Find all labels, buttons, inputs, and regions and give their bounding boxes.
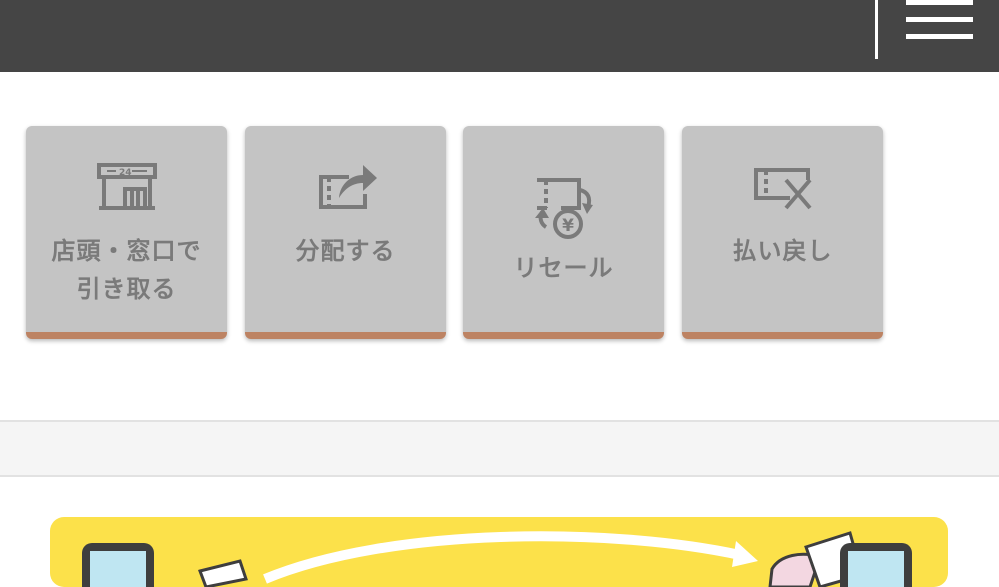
menu-bar-middle — [906, 17, 973, 22]
section-separator — [0, 420, 999, 477]
ticket-yen-exchange-icon: ¥ — [463, 176, 664, 242]
store-pickup-button[interactable]: 24 店頭・窓口で 引き取る — [26, 126, 227, 339]
ticket-share-icon — [245, 162, 446, 212]
menu-bar-bottom — [906, 34, 973, 39]
store-24h-icon: 24 — [26, 162, 227, 212]
svg-text:¥: ¥ — [562, 216, 574, 236]
store-pickup-label-2: 引き取る — [76, 275, 177, 303]
banner-illustration — [82, 531, 912, 587]
refund-label: 払い戻し — [732, 237, 833, 265]
header-divider — [875, 0, 878, 59]
store-pickup-label-1: 店頭・窓口で — [51, 237, 202, 265]
distribute-button[interactable]: 分配する — [245, 126, 446, 339]
resale-button[interactable]: ¥ リセール — [463, 126, 664, 339]
refund-button[interactable]: 払い戻し — [682, 126, 883, 339]
svg-text:24: 24 — [119, 168, 132, 178]
ticket-actions: 24 店頭・窓口で 引き取る 分配する ¥ リセール 払い戻し — [26, 126, 886, 339]
distribute-label: 分配する — [295, 237, 396, 265]
hamburger-menu-icon[interactable] — [892, 0, 999, 60]
promo-banner[interactable] — [50, 517, 948, 587]
menu-bar-top — [906, 0, 973, 5]
resale-label: リセール — [513, 254, 614, 282]
top-header — [0, 0, 999, 72]
ticket-cancel-icon — [682, 164, 883, 212]
